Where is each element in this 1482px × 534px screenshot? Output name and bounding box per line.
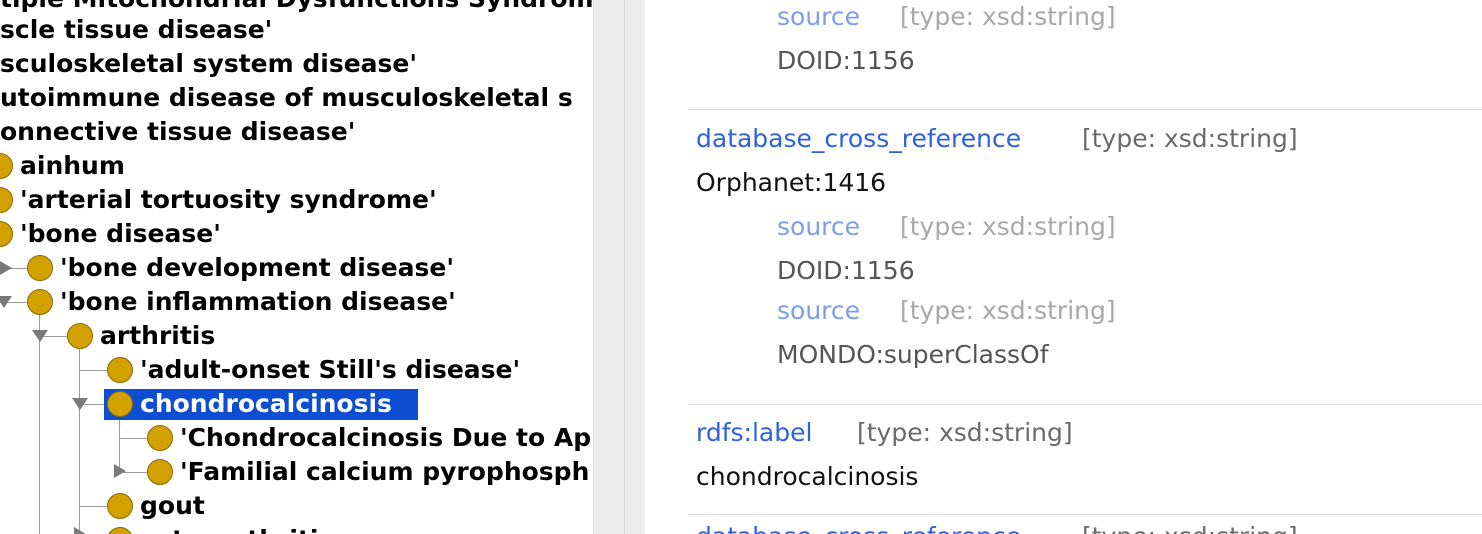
annotation-type: [type: xsd:string] [900, 2, 1116, 31]
tree-node-label: ainhum [20, 151, 125, 180]
annotation-type: [type: xsd:string] [1082, 124, 1298, 153]
class-bullet-icon [107, 391, 133, 417]
class-bullet-icon [107, 357, 133, 383]
annotation-source-property[interactable]: source [777, 2, 860, 31]
annotation-source-value: DOID:1156 [777, 256, 915, 285]
class-bullet-icon [0, 187, 13, 213]
class-bullet-icon [147, 459, 173, 485]
tree-node[interactable]: 'Chondrocalcinosis Due to Ap [180, 421, 591, 455]
annotation-value: chondrocalcinosis [696, 462, 919, 491]
annotation-source-property[interactable]: source [777, 296, 860, 325]
tree-node-selected[interactable]: chondrocalcinosis [140, 387, 392, 421]
tree-node-label: 'bone inflammation disease' [60, 287, 456, 316]
tree-node[interactable]: onnective tissue disease' [0, 115, 355, 149]
tree-connector [39, 312, 40, 534]
annotation-source-value: MONDO:superClassOf [777, 340, 1049, 369]
tree-node[interactable]: ainhum [20, 149, 125, 183]
tree-node-label: 'bone development disease' [60, 253, 455, 282]
split-pane-divider[interactable] [593, 0, 645, 534]
annotation-property-link[interactable]: database_cross_reference [696, 124, 1021, 153]
tree-node[interactable]: 'bone inflammation disease' [60, 285, 456, 319]
class-bullet-icon [107, 493, 133, 519]
annotation-source-property[interactable]: source [777, 212, 860, 241]
class-bullet-icon [107, 527, 133, 534]
class-hierarchy-tree[interactable]: tiple Mitochondrial Dysfunctions Syndrom… [0, 0, 593, 534]
tree-node-label: osteoarthritis [140, 523, 333, 534]
tree-node[interactable]: 'Familial calcium pyrophosph [180, 455, 589, 489]
tree-node-label: sculoskeletal system disease' [0, 49, 418, 78]
tree-node-label: 'adult-onset Still's disease' [140, 355, 521, 384]
tree-node-label: 'Familial calcium pyrophosph [180, 457, 590, 486]
tree-node-label: utoimmune disease of musculoskeletal s [0, 83, 573, 112]
annotation-property-link[interactable]: database_cross_reference [696, 522, 1021, 534]
tree-node[interactable]: 'arterial tortuosity syndrome' [20, 183, 437, 217]
tree-node-label: arthritis [100, 321, 216, 350]
collapse-arrow-icon[interactable] [32, 330, 48, 342]
annotation-type: [type: xsd:string] [857, 418, 1073, 447]
annotation-separator [688, 109, 1482, 110]
tree-node[interactable]: sculoskeletal system disease' [0, 47, 417, 81]
tree-node[interactable]: 'bone disease' [20, 217, 221, 251]
expand-arrow-icon[interactable] [114, 464, 126, 478]
class-bullet-icon [27, 289, 53, 315]
annotations-panel: source [type: xsd:string] DOID:1156 data… [645, 0, 1482, 534]
class-bullet-icon [0, 221, 13, 247]
tree-node[interactable]: utoimmune disease of musculoskeletal s [0, 81, 573, 115]
annotation-type: [type: xsd:string] [900, 296, 1116, 325]
tree-node[interactable]: 'bone development disease' [60, 251, 454, 285]
tree-node[interactable]: scle tissue disease' [0, 13, 272, 47]
collapse-arrow-icon[interactable] [0, 296, 12, 308]
tree-node-label: scle tissue disease' [0, 15, 273, 44]
annotation-separator [688, 404, 1482, 405]
tree-node[interactable]: osteoarthritis [140, 523, 333, 534]
class-bullet-icon [147, 425, 173, 451]
expand-arrow-icon[interactable] [0, 261, 12, 275]
expand-arrow-icon[interactable] [74, 527, 86, 534]
tree-node-label: 'arterial tortuosity syndrome' [20, 185, 437, 214]
tree-node-label: 'bone disease' [20, 219, 221, 248]
annotation-separator [688, 514, 1482, 515]
tree-node[interactable]: 'adult-onset Still's disease' [140, 353, 520, 387]
annotation-property-link[interactable]: rdfs:label [696, 418, 812, 447]
annotation-type: [type: xsd:string] [900, 212, 1116, 241]
class-bullet-icon [27, 255, 53, 281]
collapse-arrow-icon[interactable] [72, 398, 88, 410]
tree-node-label: chondrocalcinosis [140, 389, 392, 418]
tree-connector [79, 506, 107, 507]
tree-connector [79, 370, 107, 371]
tree-node[interactable]: arthritis [100, 319, 215, 353]
tree-connector [119, 438, 147, 439]
class-bullet-icon [67, 323, 93, 349]
tree-node-label: 'Chondrocalcinosis Due to Ap [180, 423, 592, 452]
tree-node-label: onnective tissue disease' [0, 117, 356, 146]
annotation-value: Orphanet:1416 [696, 168, 887, 197]
divider-line [624, 0, 625, 534]
tree-node-label: gout [140, 491, 205, 520]
class-bullet-icon [0, 153, 13, 179]
annotation-type: [type: xsd:string] [1082, 522, 1298, 534]
annotation-source-value: DOID:1156 [777, 46, 915, 75]
tree-node[interactable]: gout [140, 489, 205, 523]
